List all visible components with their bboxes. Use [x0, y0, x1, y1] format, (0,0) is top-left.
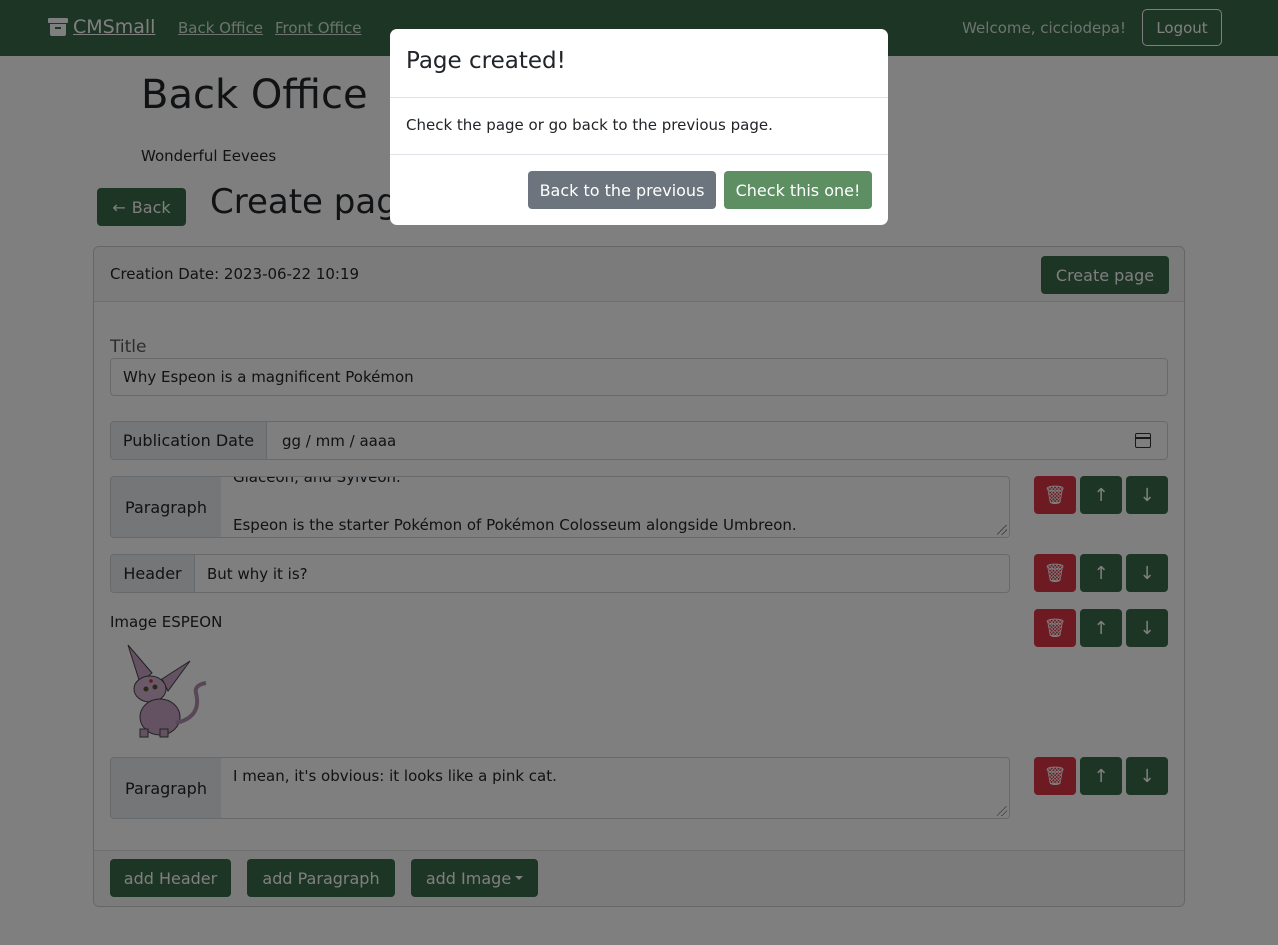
- modal-title: Page created!: [406, 48, 566, 74]
- modal-header: Page created!: [390, 29, 888, 98]
- page-created-modal: Page created! Check the page or go back …: [390, 29, 888, 225]
- check-page-button[interactable]: Check this one!: [724, 171, 872, 209]
- modal-body: Check the page or go back to the previou…: [406, 116, 773, 134]
- modal-footer: Back to the previous Check this one!: [390, 154, 888, 225]
- back-to-previous-button[interactable]: Back to the previous: [528, 171, 716, 209]
